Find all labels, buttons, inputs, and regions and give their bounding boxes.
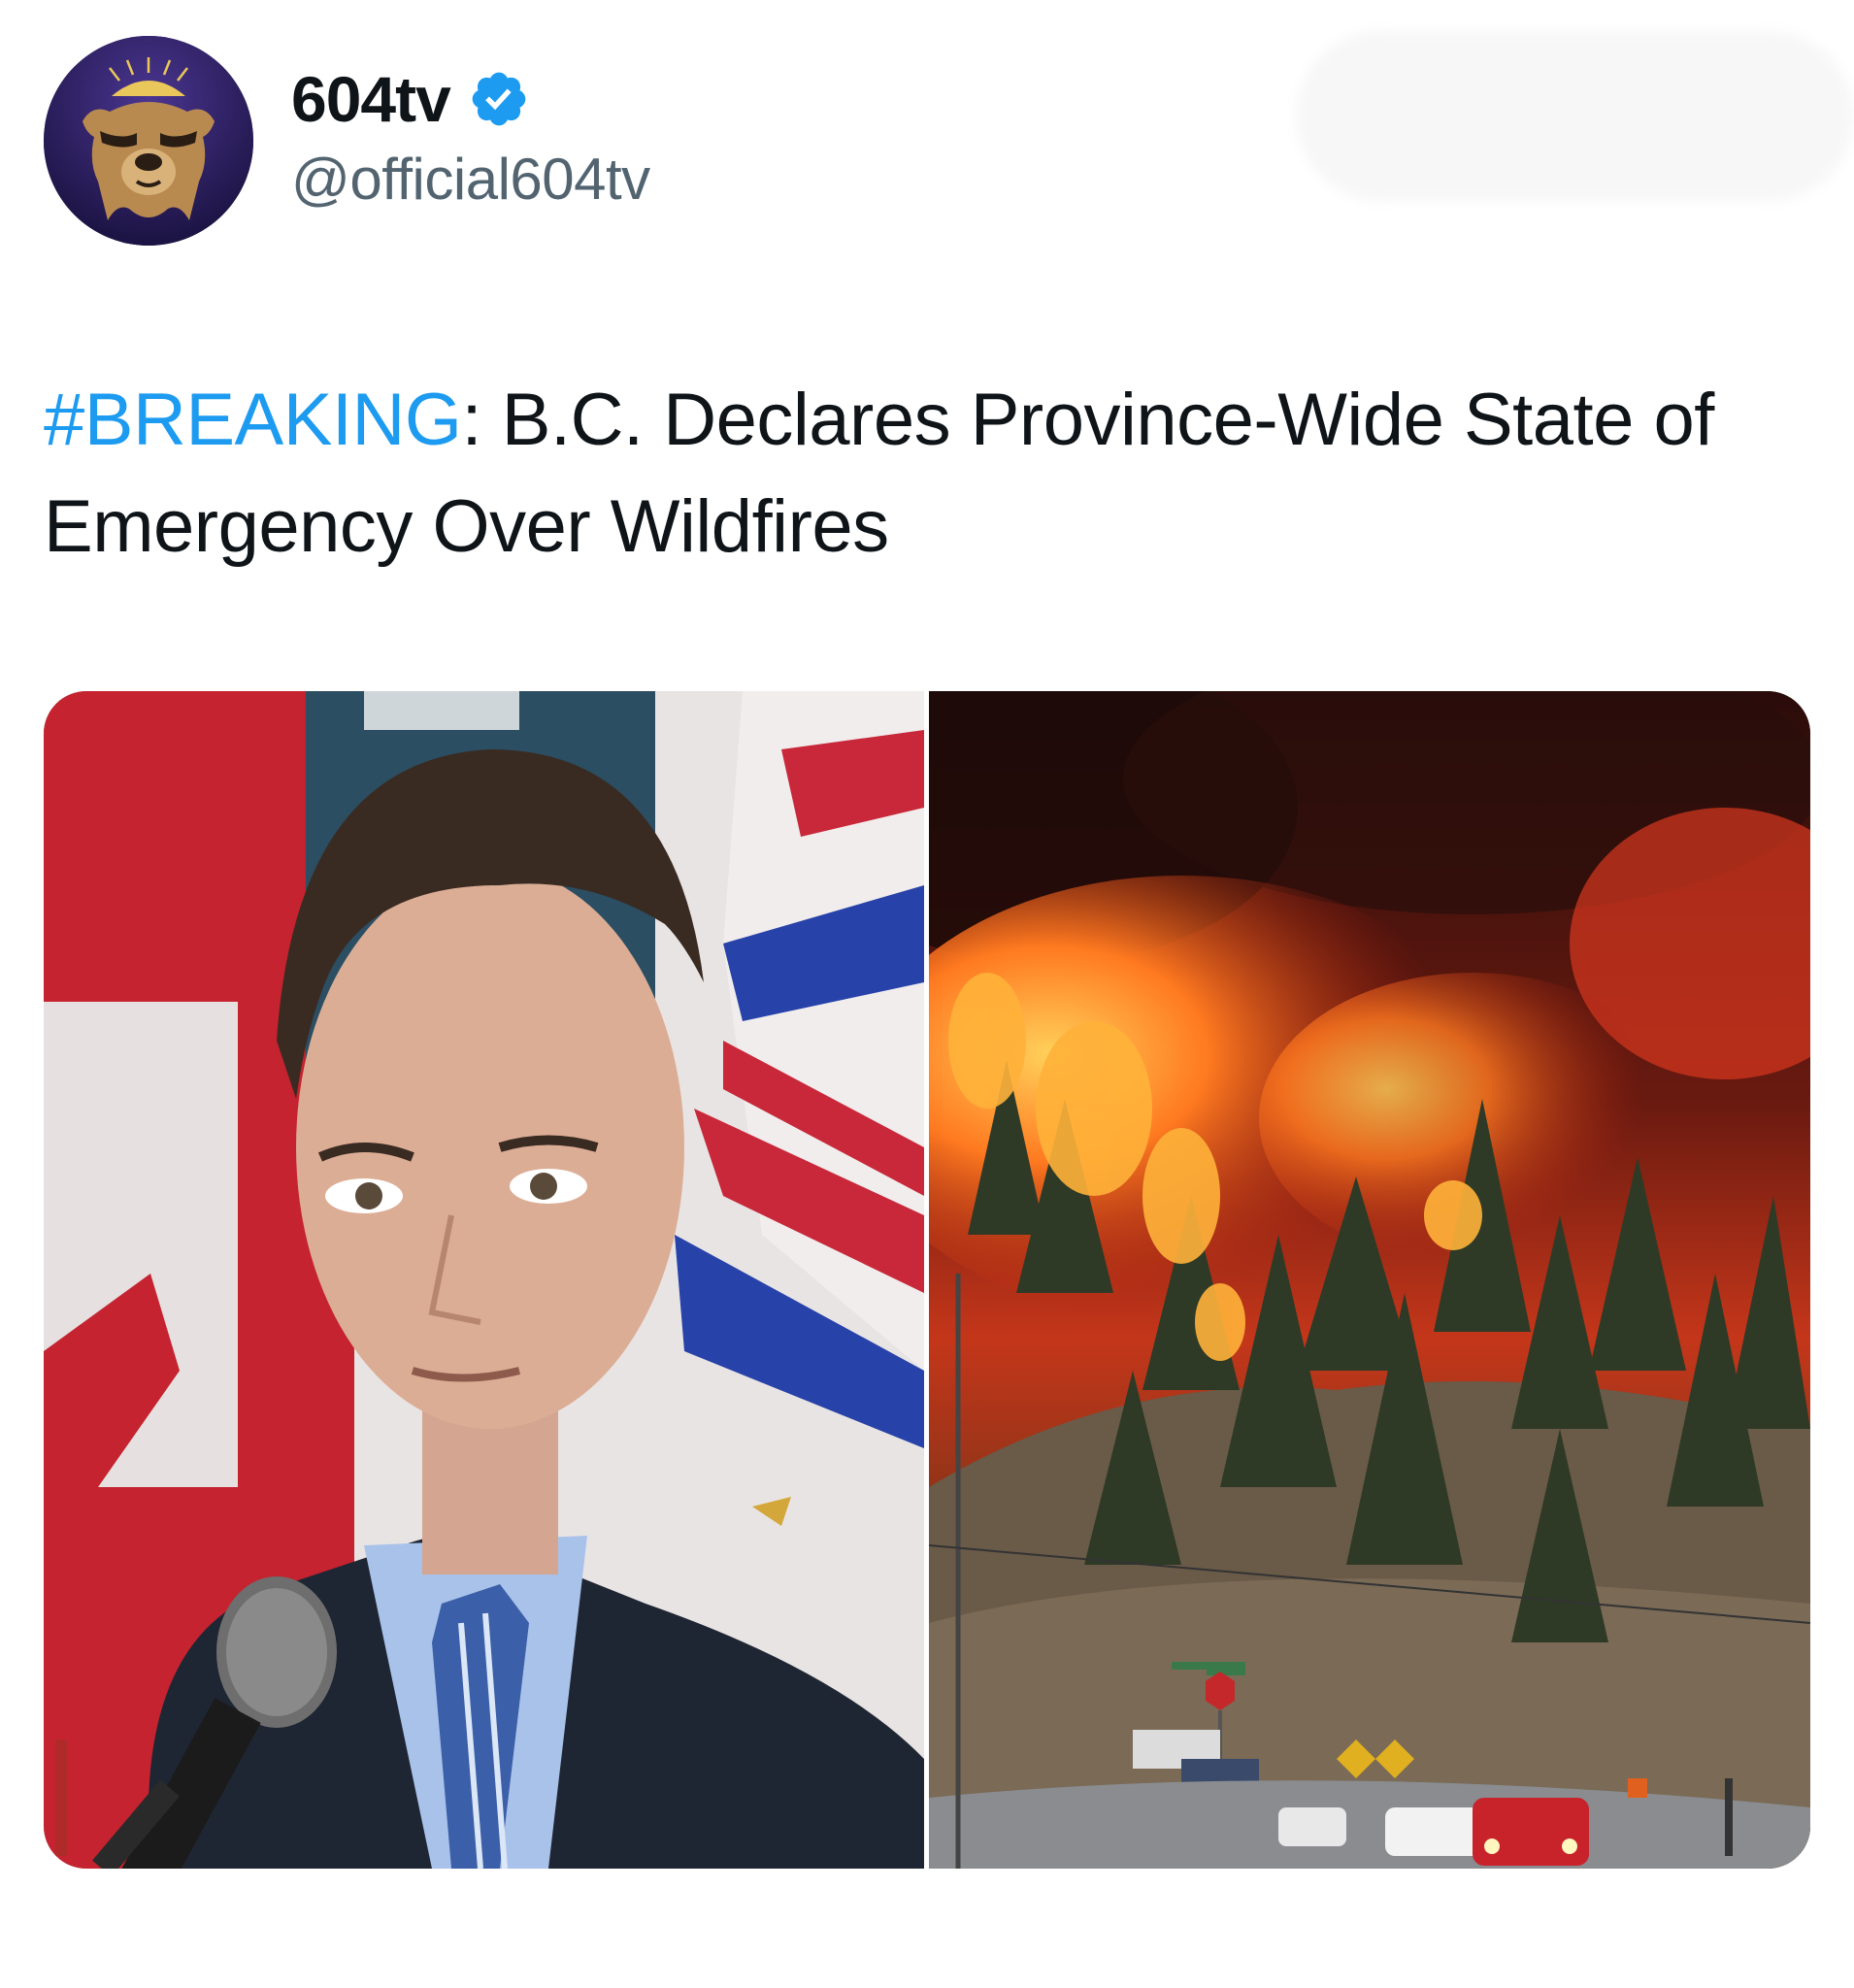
tweet-card[interactable]: 604tv @official604tv #BREAKING: B.C. Dec… xyxy=(0,0,1854,1988)
wildfire-on-hillside-photo[interactable] xyxy=(929,691,1810,1869)
premier-at-podium-photo[interactable] xyxy=(44,691,924,1869)
author-name-row[interactable]: 604tv xyxy=(291,60,530,138)
author-display-name[interactable]: 604tv xyxy=(291,62,451,136)
bear-sunrise-logo-icon xyxy=(44,36,253,246)
verified-badge-icon xyxy=(472,72,526,126)
redacted-area xyxy=(1296,31,1854,201)
tweet-text: #BREAKING: B.C. Declares Province-Wide S… xyxy=(44,367,1820,580)
hashtag-link[interactable]: #BREAKING xyxy=(44,379,462,461)
author-avatar[interactable] xyxy=(44,36,253,246)
author-handle[interactable]: @official604tv xyxy=(291,146,650,213)
tweet-colon: : xyxy=(461,379,482,461)
tweet-media[interactable] xyxy=(44,691,1810,1869)
